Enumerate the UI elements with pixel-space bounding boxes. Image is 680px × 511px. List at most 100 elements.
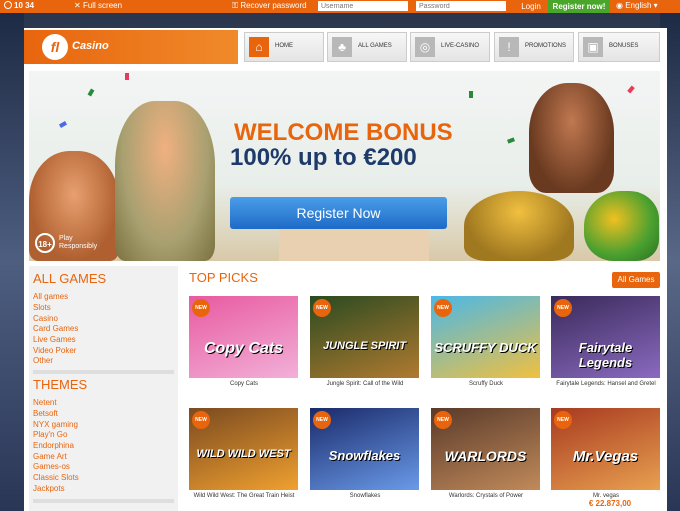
nav-all-games[interactable]: ♣ ALL GAMES <box>327 32 407 62</box>
jackpot-amount: € 22.873,00 <box>588 499 632 508</box>
game-caption[interactable]: Copy Cats <box>184 381 304 387</box>
confetti <box>507 137 515 144</box>
banner-headline: WELCOME BONUS <box>234 119 453 146</box>
sidebar: ALL GAMES All games Slots Casino Card Ga… <box>29 266 178 511</box>
sidebar-link-video-poker[interactable]: Video Poker <box>33 346 76 355</box>
nav-bonuses-label: BONUSES <box>609 43 639 49</box>
sidebar-link-live-games[interactable]: Live Games <box>33 335 76 344</box>
game-tile[interactable]: NEW JUNGLE SPIRIT <box>310 296 419 378</box>
play-responsibly-text: Play Responsibly <box>59 235 98 250</box>
new-badge: NEW <box>313 299 331 317</box>
background-left <box>0 12 24 511</box>
age-badge: 18+ <box>35 233 55 253</box>
nav-all-games-label: ALL GAMES <box>358 43 392 49</box>
game-tile[interactable]: NEW Copy Cats <box>189 296 298 378</box>
game-tile[interactable]: NEW SCRUFFY DUCK <box>431 296 540 378</box>
banner-offer: 100% up to €200 <box>230 144 417 171</box>
all-games-heading: ALL GAMES <box>33 271 107 286</box>
clock: 10 34 <box>4 1 34 10</box>
recover-label: Recover password <box>240 1 307 10</box>
game-tile[interactable]: NEW Fairytale Legends <box>551 296 660 378</box>
register-now-button[interactable]: Register Now <box>230 197 447 229</box>
sidebar-link-card-games[interactable]: Card Games <box>33 324 78 333</box>
new-badge: NEW <box>192 411 210 429</box>
confetti <box>87 88 95 97</box>
nav-home[interactable]: ⌂ HOME <box>244 32 324 62</box>
top-bar: 10 34 ✕ Full screen ⚿ Recover password L… <box>0 0 680 13</box>
game-art-title: WARLORDS <box>444 448 527 464</box>
logo[interactable]: fl Casino <box>24 30 238 64</box>
new-badge: NEW <box>554 299 572 317</box>
game-caption[interactable]: Scruffy Duck <box>426 381 546 387</box>
nav-promotions[interactable]: ! PROMOTIONS <box>494 32 574 62</box>
password-input[interactable] <box>416 1 506 11</box>
banner-gold-pot <box>464 191 574 261</box>
login-button[interactable]: Login <box>516 0 546 13</box>
logo-mark: fl <box>42 34 68 60</box>
game-tile[interactable]: NEW WILD WILD WEST <box>189 408 298 490</box>
fullscreen-link[interactable]: ✕ Full screen <box>74 1 122 10</box>
game-caption[interactable]: Jungle Spirit: Call of the Wild <box>305 381 425 387</box>
nav-live-casino-label: LIVE-CASINO <box>441 43 480 49</box>
nav-promotions-label: PROMOTIONS <box>525 43 567 49</box>
themes-heading: THEMES <box>33 377 88 392</box>
welcome-banner[interactable]: WELCOME BONUS 100% up to €200 Register N… <box>29 71 660 261</box>
game-tile[interactable]: NEW Snowflakes <box>310 408 419 490</box>
new-badge: NEW <box>434 411 452 429</box>
banner-character-gonzo <box>529 83 614 193</box>
clubs-icon: ♣ <box>332 37 352 57</box>
game-caption[interactable]: Snowflakes <box>305 493 425 499</box>
sidebar-link-endorphina[interactable]: Endorphina <box>33 441 74 450</box>
game-art-title: Snowflakes <box>328 448 401 463</box>
sidebar-link-nyx-gaming[interactable]: NYX gaming <box>33 420 78 429</box>
sidebar-link-playn-go[interactable]: Play'n Go <box>33 430 67 439</box>
sidebar-link-game-art[interactable]: Game Art <box>33 452 67 461</box>
sidebar-link-all-games[interactable]: All games <box>33 292 68 301</box>
sidebar-link-jackpots[interactable]: Jackpots <box>33 484 65 493</box>
banner-character-man <box>115 101 215 261</box>
fullscreen-label: Full screen <box>82 1 123 10</box>
game-caption[interactable]: Fairytale Legends: Hansel and Gretel <box>546 381 666 387</box>
new-badge: NEW <box>192 299 210 317</box>
new-badge: NEW <box>313 411 331 429</box>
new-badge: NEW <box>554 411 572 429</box>
confetti <box>125 73 129 80</box>
sidebar-link-betsoft[interactable]: Betsoft <box>33 409 58 418</box>
sidebar-divider <box>33 370 174 374</box>
game-art-title: SCRUFFY DUCK <box>434 340 537 355</box>
clock-time: 10 34 <box>14 1 35 10</box>
sidebar-link-slots[interactable]: Slots <box>33 303 51 312</box>
game-art-title: JUNGLE SPIRIT <box>322 340 407 352</box>
chevron-down-icon: ▾ <box>651 1 658 10</box>
register-button[interactable]: Register now! <box>548 0 610 13</box>
banner-parrot <box>584 191 659 261</box>
sidebar-link-games-os[interactable]: Games-os <box>33 462 70 471</box>
username-input[interactable] <box>318 1 408 11</box>
language-select[interactable]: ◉ English ▾ <box>616 1 658 10</box>
new-badge: NEW <box>434 299 452 317</box>
sidebar-link-casino[interactable]: Casino <box>33 314 58 323</box>
sidebar-link-netent[interactable]: Netent <box>33 398 57 407</box>
confetti <box>58 121 68 128</box>
expand-icon: ✕ <box>74 1 83 10</box>
all-games-button[interactable]: All Games <box>612 272 660 288</box>
game-caption[interactable]: Wild Wild West: The Great Train Heist <box>184 493 304 499</box>
nav-home-label: HOME <box>275 43 293 49</box>
language-label: English <box>625 1 652 10</box>
chip-icon: ◎ <box>415 37 435 57</box>
game-art-title: Fairytale Legends <box>578 340 633 370</box>
logo-text: Casino <box>72 40 109 52</box>
home-icon: ⌂ <box>249 37 269 57</box>
recover-password-link[interactable]: ⚿ Recover password <box>232 1 307 11</box>
sidebar-link-classic-slots[interactable]: Classic Slots <box>33 473 79 482</box>
nav-live-casino[interactable]: ◎ LIVE-CASINO <box>410 32 490 62</box>
nav-bonuses[interactable]: ▣ BONUSES <box>578 32 660 62</box>
game-tile[interactable]: NEW WARLORDS <box>431 408 540 490</box>
game-art-title: WILD WILD WEST <box>196 448 291 460</box>
game-tile[interactable]: NEW Mr.Vegas <box>551 408 660 490</box>
clock-icon <box>4 1 12 9</box>
top-picks-heading: TOP PICKS <box>189 270 258 285</box>
sidebar-link-other[interactable]: Other <box>33 356 53 365</box>
sidebar-divider <box>33 499 174 503</box>
game-caption[interactable]: Warlords: Crystals of Power <box>426 493 546 499</box>
